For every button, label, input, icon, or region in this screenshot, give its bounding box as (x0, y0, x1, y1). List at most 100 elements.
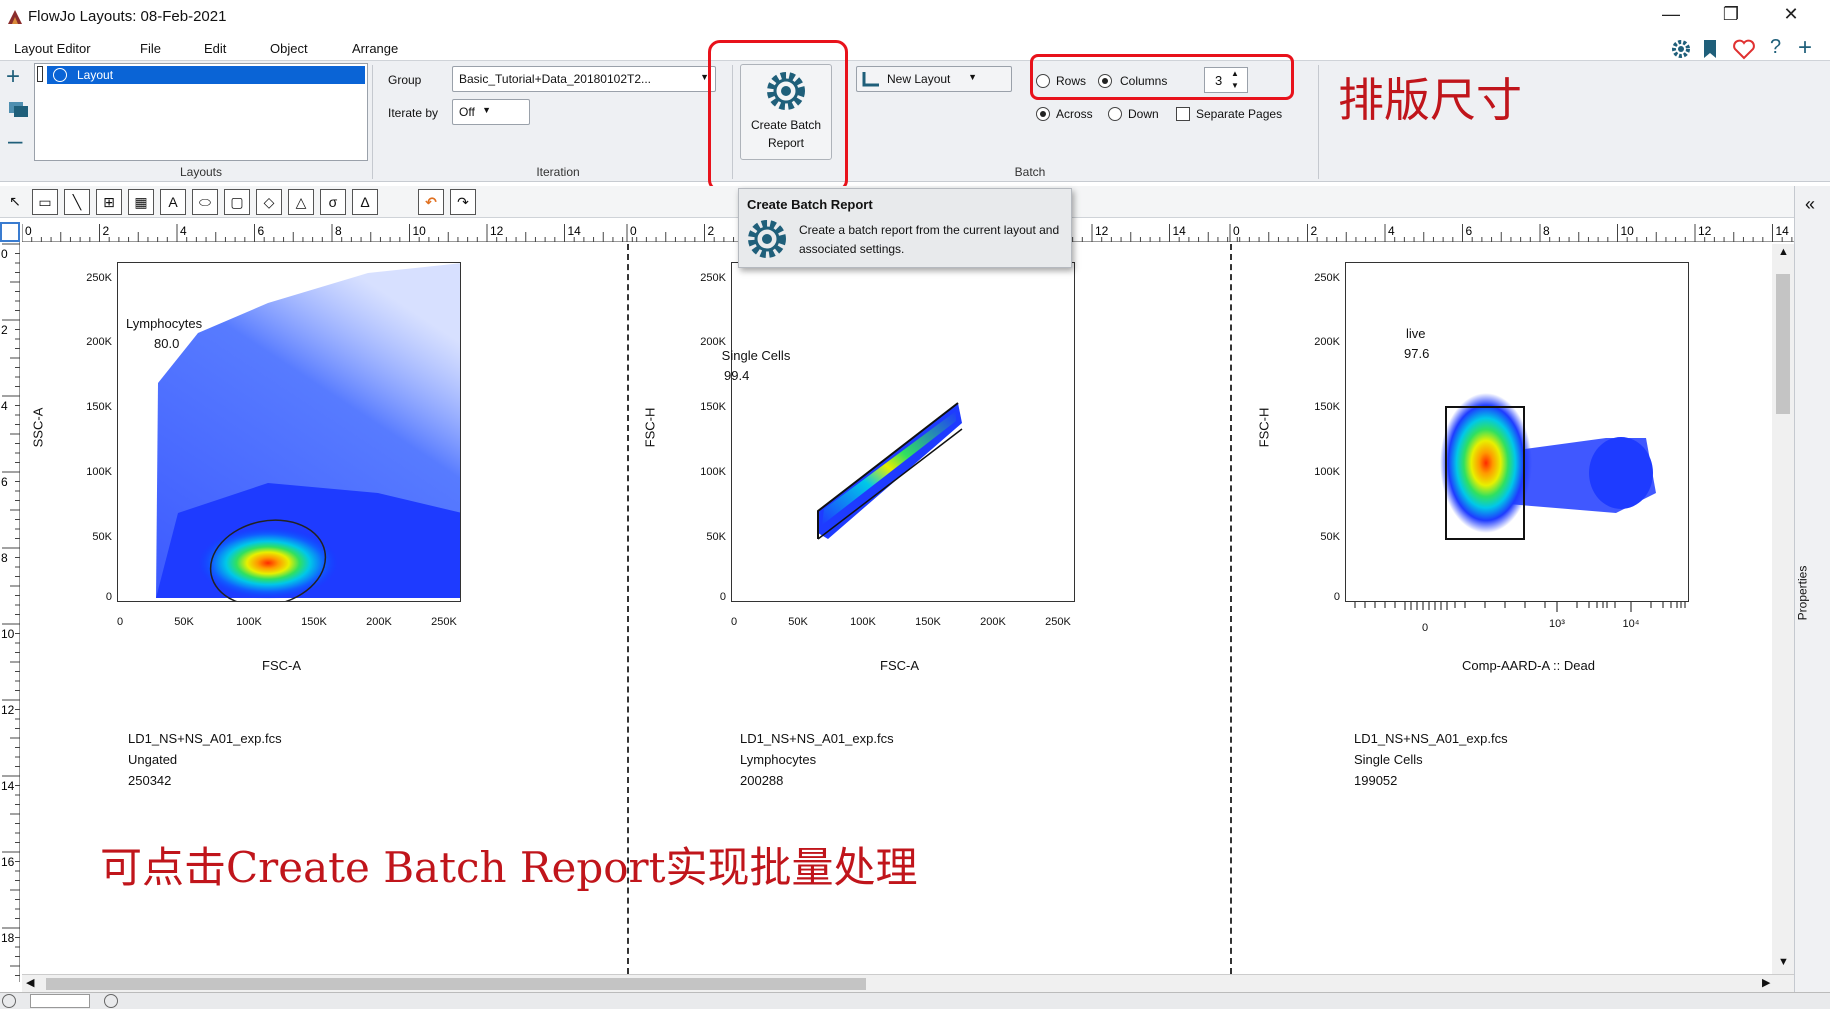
collapse-panel-icon[interactable]: « (1805, 194, 1815, 215)
gate-name: Lymphocytes (126, 316, 203, 331)
ruler-label: 0 (1, 247, 8, 261)
event-count: 199052 (1354, 773, 1398, 788)
y-tick: 0 (719, 591, 726, 603)
y-tick: 150K (1314, 401, 1340, 413)
y-tick: 200K (86, 336, 112, 348)
vertical-scrollbar[interactable]: ▲ ▼ (1772, 244, 1794, 974)
table-tool-icon[interactable]: ⊞ (96, 189, 122, 215)
file-name: LD1_NS+NS_A01_exp.fcs (128, 731, 282, 746)
sigma-tool-icon[interactable]: σ (320, 189, 346, 215)
close-button[interactable]: ✕ (1776, 4, 1806, 25)
annotation-layout-size: 排版尺寸 (1338, 73, 1522, 127)
down-label: Down (1128, 107, 1159, 121)
plot-lymphocytes[interactable]: Lymphocytes 80.0 250K 200K 150K 100K 50K… (22, 244, 582, 804)
y-tick: 100K (86, 466, 112, 478)
separate-pages-label: Separate Pages (1196, 107, 1283, 121)
ribbon-separator (1318, 65, 1319, 179)
y-tick: 100K (700, 466, 726, 478)
new-layout-dropdown[interactable]: New Layout ▼ (856, 66, 1012, 92)
bookmark-icon[interactable] (1700, 38, 1720, 60)
scroll-up-icon[interactable]: ▲ (1778, 246, 1789, 258)
ruler-label: 6 (258, 224, 265, 238)
delta-tool-icon[interactable]: Δ (352, 189, 378, 215)
duplicate-layout-icon[interactable] (8, 101, 30, 119)
vertical-scroll-thumb[interactable] (1776, 274, 1790, 414)
minimize-button[interactable]: — (1656, 4, 1686, 25)
iterate-by-select[interactable]: Off ▼ (452, 99, 530, 125)
across-radio[interactable] (1036, 107, 1050, 121)
menu-arrange[interactable]: Arrange (352, 41, 398, 56)
ruler-ticks: 0 2 4 6 8 10 12 14 16 18 (1, 243, 20, 995)
redo-icon[interactable]: ↷ (450, 189, 476, 215)
ruler-label: 14 (1, 779, 15, 793)
ruler-label: 16 (1, 855, 15, 869)
layout-canvas[interactable]: Lymphocytes 80.0 250K 200K 150K 100K 50K… (22, 244, 1782, 974)
plot-area[interactable] (117, 262, 461, 602)
properties-panel[interactable]: « Properties (1794, 186, 1830, 992)
ruler-label: 14 (1173, 224, 1187, 238)
down-radio[interactable] (1108, 107, 1122, 121)
ruler-label: 14 (1776, 224, 1790, 238)
menu-object[interactable]: Object (270, 41, 308, 56)
y-axis-label: FSC-H (1256, 407, 1272, 448)
add-layout-icon[interactable]: + (6, 63, 20, 91)
heart-icon[interactable] (1732, 38, 1756, 60)
y-axis-label: FSC-H (642, 407, 658, 448)
plus-icon[interactable]: + (1798, 34, 1812, 62)
menu-file[interactable]: File (140, 41, 161, 56)
ellipse-tool-icon[interactable]: ⬭ (192, 189, 218, 215)
plot-area[interactable] (731, 262, 1075, 602)
plot-info: LD1_NS+NS_A01_exp.fcs Ungated 250342 (128, 728, 282, 791)
layout-checkbox[interactable] (37, 66, 43, 82)
group-label: Group (388, 73, 422, 87)
group-select[interactable]: Basic_Tutorial+Data_20180102T2... ▼ (452, 66, 716, 92)
layouts-list[interactable]: Layout (34, 63, 368, 161)
y-tick: 50K (1320, 531, 1340, 543)
ruler-label: 8 (1, 551, 8, 565)
scroll-right-icon[interactable]: ▶ (1762, 976, 1770, 989)
rectangle-tool-icon[interactable]: ▭ (32, 189, 58, 215)
log-axis-ticks (1354, 602, 1686, 612)
horizontal-scrollbar[interactable]: ◀ ▶ (22, 974, 1794, 992)
horizontal-scroll-thumb[interactable] (46, 978, 866, 990)
zoom-field[interactable] (30, 994, 90, 1008)
plot-live[interactable]: live 97.6 250K 200K 150K 100K 50K 0 0 10… (1250, 244, 1790, 804)
x-tick: 150K (301, 616, 327, 628)
highlight-create-batch-report (708, 40, 848, 192)
y-tick: 0 (1333, 591, 1340, 603)
chevron-down-icon: ▼ (482, 105, 491, 115)
x-tick: 0 (116, 616, 124, 628)
ruler-label: 10 (1, 627, 15, 641)
page-break-line (1230, 244, 1232, 974)
select-arrow-icon[interactable]: ↖ (2, 189, 28, 215)
plot-area[interactable] (1345, 262, 1689, 602)
line-tool-icon[interactable]: ╲ (64, 189, 90, 215)
scroll-down-icon[interactable]: ▼ (1778, 956, 1789, 968)
menu-layout-editor[interactable]: Layout Editor (14, 41, 91, 56)
ruler-label: 18 (1, 931, 15, 945)
triangle-tool-icon[interactable]: △ (288, 189, 314, 215)
undo-icon[interactable]: ↶ (418, 189, 444, 215)
plot-info: LD1_NS+NS_A01_exp.fcs Single Cells 19905… (1354, 728, 1508, 791)
x-tick: 250K (431, 616, 457, 628)
gate-value: 97.6 (1404, 346, 1430, 361)
create-batch-report-tooltip: Create Batch Report Create a batch repor… (738, 188, 1072, 268)
text-tool-icon[interactable]: A (160, 189, 186, 215)
restore-button[interactable]: ❐ (1716, 4, 1746, 25)
zoom-out-icon[interactable] (2, 994, 16, 1008)
menu-edit[interactable]: Edit (204, 41, 226, 56)
help-icon[interactable]: ? (1770, 36, 1781, 59)
y-tick: 200K (700, 336, 726, 348)
remove-layout-icon[interactable]: – (8, 125, 22, 156)
y-tick: 50K (706, 531, 726, 543)
diamond-tool-icon[interactable]: ◇ (256, 189, 282, 215)
properties-label[interactable]: Properties (1795, 566, 1809, 621)
grid-tool-icon[interactable]: ▦ (128, 189, 154, 215)
scroll-left-icon[interactable]: ◀ (26, 976, 34, 989)
separate-pages-checkbox[interactable] (1176, 107, 1190, 121)
plot-single-cells[interactable]: Single Cells 99.4 250K 200K 150K 100K 50… (636, 244, 1196, 804)
zoom-in-icon[interactable] (104, 994, 118, 1008)
layout-list-item[interactable]: Layout (47, 66, 365, 84)
rounded-rect-tool-icon[interactable]: ▢ (224, 189, 250, 215)
gear-icon[interactable] (1670, 38, 1694, 60)
